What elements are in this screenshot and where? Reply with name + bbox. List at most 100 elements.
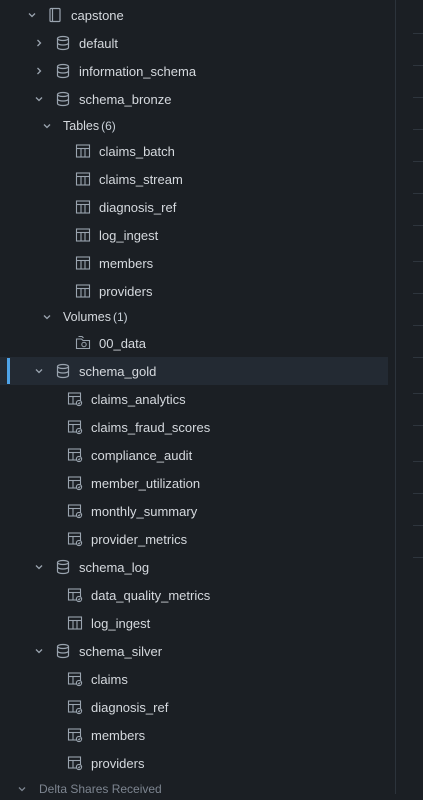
tree-item-table[interactable]: diagnosis_ref (0, 193, 388, 221)
tree-item-view[interactable]: claims_fraud_scores (0, 413, 388, 441)
row-separator (413, 325, 423, 326)
tree-item-table[interactable]: providers (0, 277, 388, 305)
tree-item-view[interactable]: claims_analytics (0, 385, 388, 413)
row-separator (413, 129, 423, 130)
view-icon (67, 419, 83, 435)
table-icon (75, 143, 91, 159)
tree-item-schema-bronze[interactable]: schema_bronze (0, 85, 388, 113)
tree-item-label: claims_batch (99, 143, 175, 159)
tree-item-label: diagnosis_ref (91, 699, 169, 715)
tree-item-schema-gold[interactable]: schema_gold (0, 357, 388, 385)
database-icon (55, 63, 71, 79)
tree-item-schema-log[interactable]: schema_log (0, 553, 388, 581)
chevron-down-icon[interactable] (34, 646, 44, 656)
tree-item-view[interactable]: members (0, 721, 388, 749)
tree-item-label: claims_analytics (91, 391, 186, 407)
table-icon (75, 283, 91, 299)
tree-item-label: compliance_audit (91, 447, 193, 463)
tree-item-label: claims_stream (99, 171, 183, 187)
volume-icon (75, 335, 91, 351)
view-icon (67, 587, 83, 603)
tree-item-label: providers (91, 755, 145, 771)
tree-item-label: monthly_summary (91, 503, 198, 519)
view-icon (67, 503, 83, 519)
tree-item-label: schema_silver (79, 643, 163, 659)
tree-group-volumes[interactable]: Volumes (1) (0, 303, 388, 331)
database-icon (55, 643, 71, 659)
tree-item-label: data_quality_metrics (91, 587, 211, 603)
group-name: Volumes (63, 310, 111, 324)
tree-item-label: capstone (71, 7, 124, 23)
row-separator (413, 33, 423, 34)
tree-item-information-schema[interactable]: information_schema (0, 57, 388, 85)
chevron-down-icon[interactable] (34, 366, 44, 376)
chevron-right-icon[interactable] (34, 66, 44, 76)
row-separator (413, 193, 423, 194)
right-pane-edge (396, 0, 423, 794)
database-icon (55, 559, 71, 575)
tree-item-view[interactable]: data_quality_metrics (0, 581, 388, 609)
tree-item-table[interactable]: members (0, 249, 388, 277)
tree-item-view[interactable]: compliance_audit (0, 441, 388, 469)
tree-item-label: provider_metrics (91, 531, 188, 547)
view-icon (67, 755, 83, 771)
database-icon (55, 91, 71, 107)
tree-item-label: claims_fraud_scores (91, 419, 211, 435)
chevron-right-icon[interactable] (34, 38, 44, 48)
tree-item-table[interactable]: claims_batch (0, 137, 388, 165)
row-separator (413, 557, 423, 558)
row-separator (413, 65, 423, 66)
view-icon (67, 447, 83, 463)
tree-item-view[interactable]: monthly_summary (0, 497, 388, 525)
tree-item-view[interactable]: claims (0, 665, 388, 693)
table-icon (75, 171, 91, 187)
tree-item-view[interactable]: diagnosis_ref (0, 693, 388, 721)
row-separator (413, 261, 423, 262)
chevron-down-icon[interactable] (34, 94, 44, 104)
row-separator (413, 493, 423, 494)
catalog-tree: capstone default information_schema sche… (0, 0, 395, 796)
tree-item-label: providers (99, 283, 153, 299)
row-separator (413, 461, 423, 462)
group-label: Volumes (1) (63, 310, 128, 324)
tree-item-table[interactable]: log_ingest (0, 221, 388, 249)
chevron-down-icon[interactable] (27, 10, 37, 20)
tree-item-default[interactable]: default (0, 29, 388, 57)
tree-item-view[interactable]: providers (0, 749, 388, 777)
tree-item-label: log_ingest (91, 615, 151, 631)
chevron-down-icon[interactable] (17, 784, 27, 794)
table-icon (67, 615, 83, 631)
table-icon (75, 255, 91, 271)
chevron-down-icon[interactable] (42, 312, 52, 322)
row-separator (413, 293, 423, 294)
database-icon (55, 363, 71, 379)
tree-item-label: schema_gold (79, 363, 157, 379)
table-icon (75, 227, 91, 243)
catalog-icon (47, 7, 63, 23)
tree-item-schema-silver[interactable]: schema_silver (0, 637, 388, 665)
tree-item-volume[interactable]: 00_data (0, 329, 388, 357)
view-icon (67, 699, 83, 715)
row-separator (413, 161, 423, 162)
row-separator (413, 525, 423, 526)
group-label: Tables (6) (63, 119, 116, 133)
tree-item-view[interactable]: member_utilization (0, 469, 388, 497)
chevron-down-icon[interactable] (42, 121, 52, 131)
tree-item-label: default (79, 35, 119, 51)
tree-item-label: member_utilization (91, 475, 201, 491)
view-icon (67, 531, 83, 547)
tree-item-table[interactable]: claims_stream (0, 165, 388, 193)
tree-item-label: members (91, 727, 146, 743)
tree-item-label: log_ingest (99, 227, 159, 243)
tree-item-view[interactable]: provider_metrics (0, 525, 388, 553)
tree-item-label: schema_bronze (79, 91, 172, 107)
tree-item-capstone[interactable]: capstone (0, 1, 388, 29)
tree-item-table[interactable]: log_ingest (0, 609, 388, 637)
tree-item-label: schema_log (79, 559, 150, 575)
database-icon (55, 35, 71, 51)
chevron-down-icon[interactable] (34, 562, 44, 572)
tree-item-delta-shares[interactable]: Delta Shares Received (0, 780, 395, 800)
tree-item-label: information_schema (79, 63, 197, 79)
tree-group-tables[interactable]: Tables (6) (0, 112, 388, 140)
view-icon (67, 475, 83, 491)
